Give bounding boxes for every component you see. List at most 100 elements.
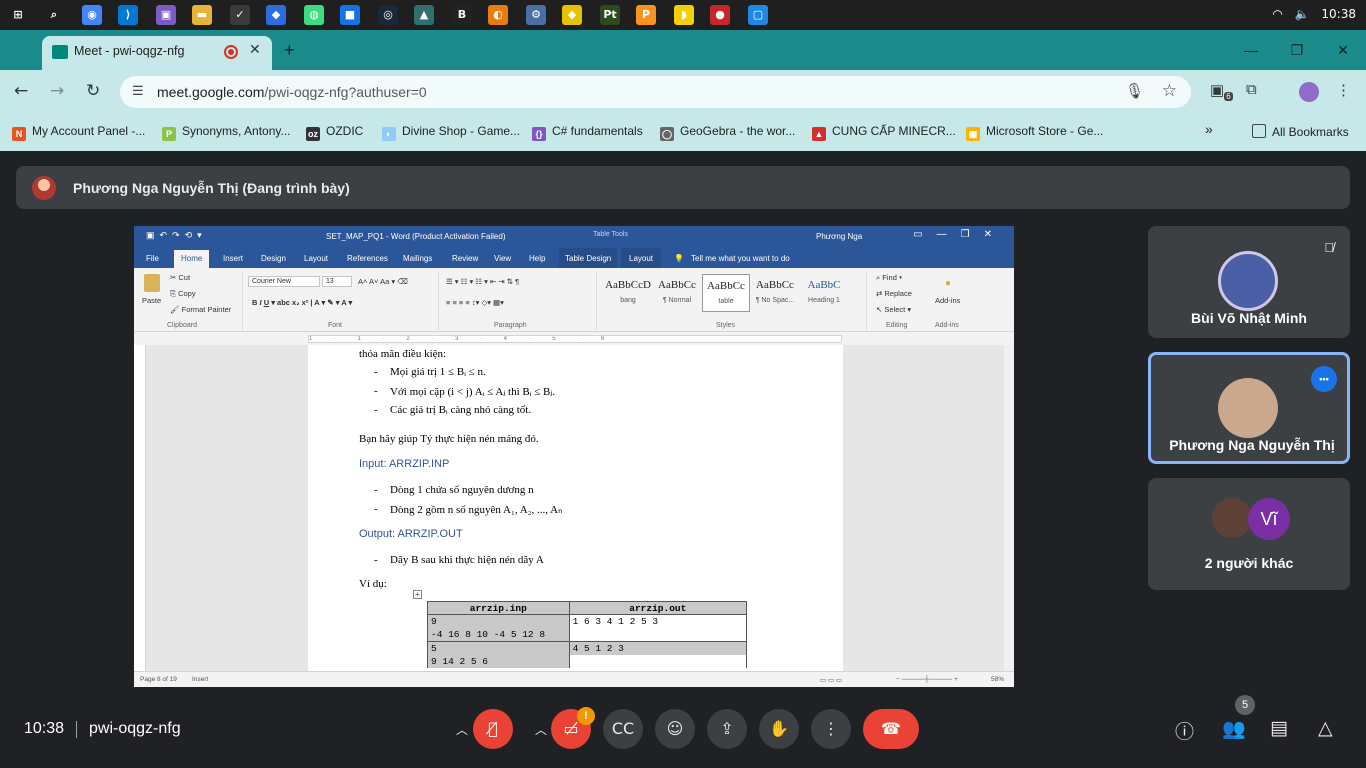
raise-hand-button[interactable]: ✋ — [759, 709, 799, 749]
tab-meet[interactable]: Meet - pwi-oqgz-nfg ✕ — [42, 36, 272, 70]
tab-review[interactable]: Review — [452, 254, 478, 263]
shared-screen-word[interactable]: ▣↶↷⟲▾ SET_MAP_PQ1 - Word (Product Activa… — [134, 226, 1014, 687]
font-grow-shrink[interactable]: A˄ A˅ Aa ▾ ⌫ — [358, 277, 408, 286]
bookmark-item[interactable]: ◯ GeoGebra - the wor... — [660, 124, 795, 141]
tab-insert[interactable]: Insert — [223, 254, 243, 263]
taskbar-blender-icon[interactable]: ◐ — [488, 5, 508, 25]
taskbar-steam-icon[interactable]: ◎ — [378, 5, 398, 25]
alignment-buttons[interactable]: ≡ ≡ ≡ ≡ ↕▾ ◇▾ ▦▾ — [446, 298, 504, 307]
taskbar-vscode-icon[interactable]: ⟩ — [118, 5, 138, 25]
font-name-select[interactable]: Courier New — [248, 276, 320, 287]
copy-button[interactable]: ⎘ Copy — [170, 289, 196, 299]
taskbar-app-icon[interactable]: ▢ — [748, 5, 768, 25]
leave-call-button[interactable]: ☎ — [863, 709, 919, 749]
tab-design[interactable]: Design — [261, 254, 286, 263]
wifi-icon[interactable]: ◠ — [1272, 7, 1282, 21]
document-page[interactable]: thỏa mãn điều kiện: - Mọi giá trị 1 ≤ Bᵢ … — [308, 345, 843, 671]
taskbar-app-icon[interactable]: ■ — [340, 5, 360, 25]
back-button[interactable]: ← — [14, 81, 28, 101]
participant-tile[interactable]: 🎙̸ Bùi Võ Nhật Minh — [1148, 226, 1350, 338]
bookmark-item[interactable]: ▲ CUNG CẤP MINECR... — [812, 124, 956, 141]
activities-icon[interactable]: △ — [1318, 717, 1333, 739]
table-cell[interactable]: 9 14 2 5 6 — [427, 655, 570, 668]
tab-mailings[interactable]: Mailings — [403, 254, 432, 263]
taskbar-start-icon[interactable]: ⊞ — [8, 5, 28, 25]
example-table[interactable]: arrzip.inp arrzip.out 9 1 6 3 4 1 2 5 3 … — [427, 601, 748, 668]
tab-home[interactable]: Home — [174, 250, 210, 268]
tab-help[interactable]: Help — [529, 254, 545, 263]
table-cell[interactable]: 1 6 3 4 1 2 5 3 — [568, 614, 748, 628]
format-painter-button[interactable]: 🖌 Format Painter — [170, 305, 231, 314]
table-cell[interactable]: 9 — [427, 614, 570, 628]
bookmark-item[interactable]: N My Account Panel -... — [12, 124, 145, 141]
taskbar-app-icon[interactable]: P — [636, 5, 656, 25]
tab-layout[interactable]: Layout — [304, 254, 328, 263]
present-screen-button[interactable]: ⇪ — [707, 709, 747, 749]
address-bar[interactable]: ☰ meet.google.com/pwi-oqgz-nfg?authuser=… — [120, 76, 1191, 108]
forward-button[interactable]: → — [50, 81, 64, 101]
addins-icon[interactable]: ● — [945, 278, 951, 289]
replace-button[interactable]: ⇄ Replace — [876, 289, 912, 298]
font-format-buttons[interactable]: B I U ▾ abc x₂ x² | A ▾ ✎ ▾ A ▾ — [252, 298, 352, 307]
style-normal[interactable]: AaBbCc ¶ Normal — [653, 274, 701, 312]
list-buttons[interactable]: ☰ ▾ ☷ ▾ ☷ ▾ ⇤ ⇥ ⇅ ¶ — [446, 277, 519, 286]
clock[interactable]: 10:38 — [1321, 7, 1356, 21]
bookmarks-more-icon[interactable]: » — [1205, 121, 1213, 137]
table-move-handle-icon[interactable]: + — [413, 590, 422, 599]
participant-tile-others[interactable]: Vĩ 2 người khác — [1148, 478, 1350, 590]
taskbar-app-icon[interactable]: ● — [710, 5, 730, 25]
table-cell[interactable]: -4 16 8 10 -4 5 12 8 — [427, 628, 570, 642]
extension-icon[interactable]: ▣ 6 — [1210, 81, 1233, 101]
zoom-slider[interactable]: − ─────┼───── + — [896, 676, 958, 683]
chat-icon[interactable]: ▤ — [1270, 717, 1288, 739]
people-icon[interactable]: 👥 — [1222, 717, 1246, 740]
profile-avatar[interactable] — [1299, 82, 1319, 102]
menu-dots-icon[interactable]: ⋮ — [1336, 81, 1351, 99]
page-count[interactable]: Page 8 of 19 — [140, 676, 177, 683]
select-button[interactable]: ↖ Select ▾ — [876, 305, 911, 314]
taskbar-pt-icon[interactable]: Pt — [600, 5, 620, 25]
find-button[interactable]: ⌕ Find ▾ — [876, 273, 902, 283]
bookmark-item[interactable]: P Synonyms, Antony... — [162, 124, 291, 141]
tab-close-icon[interactable]: ✕ — [249, 41, 261, 58]
volume-icon[interactable]: 🔈 — [1295, 7, 1310, 21]
tell-me-box[interactable]: Tell me what you want to do — [691, 254, 790, 263]
meeting-info-icon[interactable]: ⓘ — [1175, 717, 1194, 744]
tab-references[interactable]: References — [347, 254, 388, 263]
taskbar-app-icon[interactable]: B — [452, 5, 472, 25]
taskbar-android-icon[interactable]: ◍ — [304, 5, 324, 25]
url-text[interactable]: meet.google.com/pwi-oqgz-nfg?authuser=0 — [157, 84, 427, 100]
tab-table-design[interactable]: Table Design — [559, 248, 618, 268]
taskbar-app-icon[interactable]: ▣ — [156, 5, 176, 25]
style-nospac[interactable]: AaBbCc ¶ No Spac... — [751, 274, 799, 312]
style-heading[interactable]: AaBbC Heading 1 — [800, 274, 848, 312]
table-cell[interactable] — [568, 655, 748, 668]
captions-button[interactable]: CC — [603, 709, 643, 749]
table-cell[interactable]: 5 — [427, 641, 570, 655]
tab-table-layout[interactable]: Layout — [621, 248, 662, 268]
cut-button[interactable]: ✂ Cut — [170, 273, 190, 282]
new-tab-button[interactable]: + — [284, 40, 295, 61]
bookmark-item[interactable]: {} C# fundamentals — [532, 124, 643, 141]
more-options-icon[interactable]: ••• — [1311, 366, 1337, 392]
voice-search-icon[interactable]: 🎙 — [1125, 82, 1144, 100]
bookmark-item[interactable]: oz OZDIC — [306, 124, 363, 141]
taskbar-app-icon[interactable]: ◆ — [266, 5, 286, 25]
emoji-reaction-button[interactable]: ☺ — [655, 709, 695, 749]
more-options-button[interactable]: ⋮ — [811, 709, 851, 749]
taskbar-chrome-icon[interactable]: ◉ — [82, 5, 102, 25]
bookmark-item[interactable]: ◐ Divine Shop - Game... — [382, 124, 520, 141]
tab-file[interactable]: File — [146, 254, 159, 263]
site-settings-icon[interactable]: ☰ — [132, 83, 144, 99]
paste-icon[interactable] — [144, 274, 160, 292]
taskbar-app-icon[interactable]: ⚙ — [526, 5, 546, 25]
font-size-select[interactable]: 13 — [322, 276, 352, 287]
taskbar-app-icon[interactable]: ◗ — [674, 5, 694, 25]
view-buttons[interactable]: ▭ ▭ ▭ — [820, 676, 842, 684]
audio-options-chevron-icon[interactable]: ︿ — [456, 721, 468, 738]
table-cell[interactable]: 4 5 1 2 3 — [568, 641, 748, 655]
taskbar-app-icon[interactable]: ◆ — [562, 5, 582, 25]
taskbar-tasks-icon[interactable]: ✓ — [230, 5, 250, 25]
insert-mode[interactable]: Insert — [192, 676, 208, 683]
style-bang[interactable]: AaBbCcD bang — [604, 274, 652, 312]
